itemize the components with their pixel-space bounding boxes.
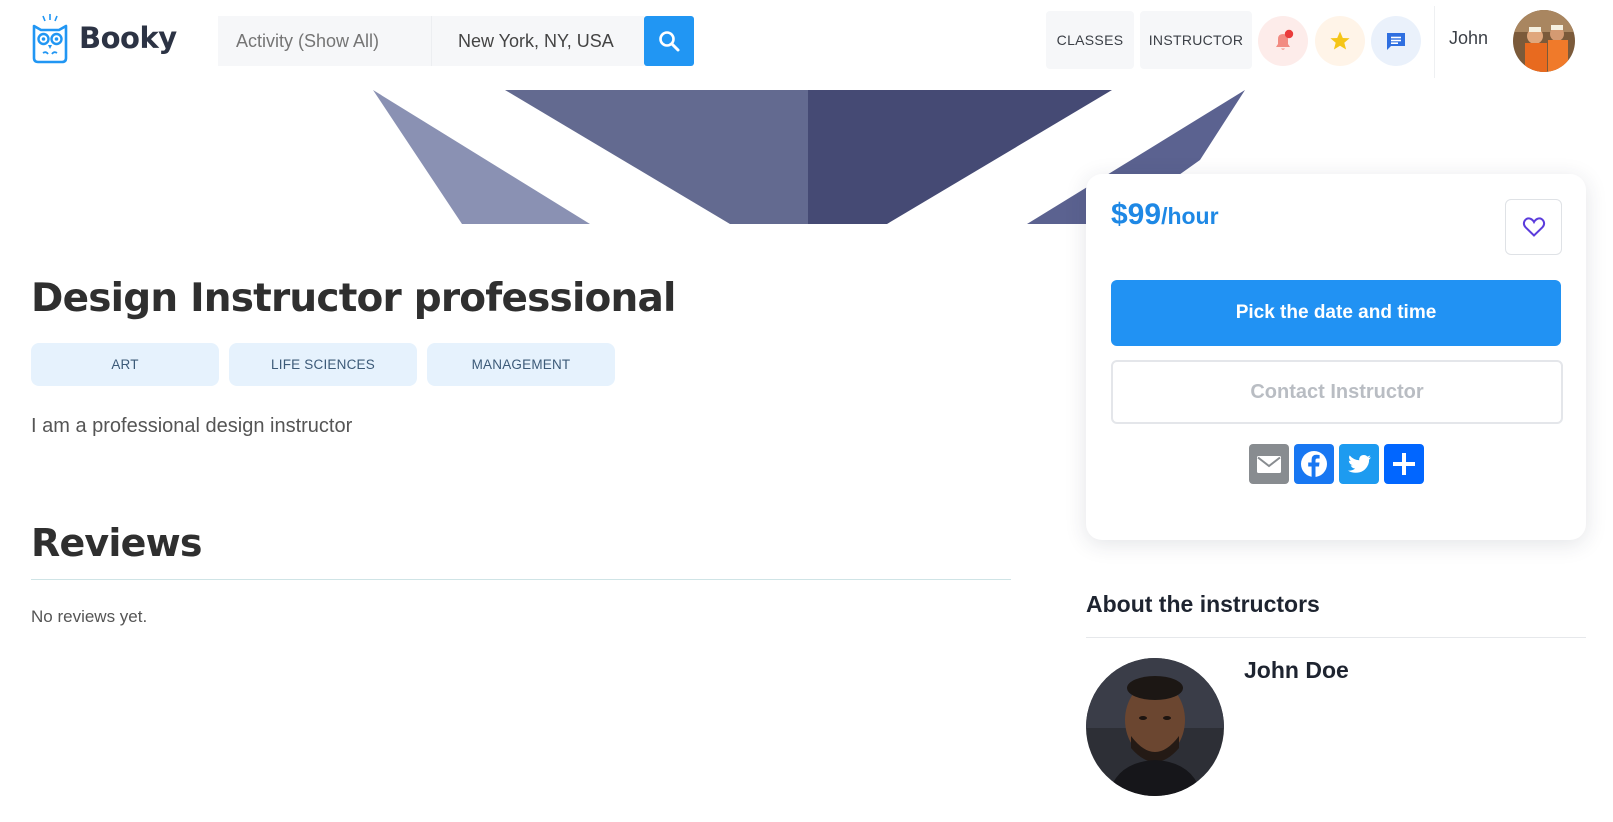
price-amount: $99	[1111, 198, 1162, 231]
price-unit: /hour	[1161, 203, 1219, 229]
top-header: Booky CLASSES INSTRUCTOR	[0, 0, 1613, 86]
instructor-photo	[1086, 658, 1224, 796]
add-icon	[1393, 453, 1415, 475]
bell-icon	[1276, 29, 1294, 50]
twitter-icon	[1348, 455, 1371, 473]
email-icon	[1257, 456, 1281, 473]
share-twitter-button[interactable]	[1339, 444, 1379, 484]
notifications-button[interactable]	[1258, 16, 1308, 66]
nav-instructor-link[interactable]: INSTRUCTOR	[1140, 11, 1252, 69]
booking-card: $99/hour Pick the date and time Contact …	[1086, 174, 1586, 540]
facebook-icon	[1301, 451, 1327, 477]
tag-life-sciences[interactable]: LIFE SCIENCES	[229, 343, 417, 386]
instructor-avatar[interactable]	[1086, 658, 1224, 796]
messages-button[interactable]	[1371, 16, 1421, 66]
about-instructors-heading: About the instructors	[1086, 591, 1320, 617]
star-icon	[1330, 31, 1350, 50]
tag-management[interactable]: MANAGEMENT	[427, 343, 615, 386]
favorite-button[interactable]	[1505, 199, 1562, 255]
instructor-name[interactable]: John Doe	[1244, 657, 1349, 684]
pick-date-time-button[interactable]: Pick the date and time	[1111, 280, 1561, 346]
chat-icon	[1387, 33, 1405, 50]
brand-name: Booky	[79, 21, 177, 55]
category-tags: ART LIFE SCIENCES MANAGEMENT	[31, 343, 615, 386]
price-display: $99/hour	[1111, 198, 1219, 232]
search-icon	[659, 31, 680, 52]
location-input[interactable]	[431, 16, 644, 66]
user-name[interactable]: John	[1449, 28, 1488, 49]
activity-search-input[interactable]	[218, 16, 431, 66]
contact-instructor-button[interactable]: Contact Instructor	[1111, 360, 1563, 424]
brand-logo[interactable]: Booky	[31, 12, 177, 64]
owl-logo-icon	[32, 14, 68, 64]
share-more-button[interactable]	[1384, 444, 1424, 484]
share-facebook-button[interactable]	[1294, 444, 1334, 484]
tag-art[interactable]: ART	[31, 343, 219, 386]
reviews-divider	[31, 579, 1011, 580]
user-avatar[interactable]	[1513, 10, 1575, 72]
reviews-heading: Reviews	[31, 521, 203, 565]
about-divider	[1086, 637, 1586, 638]
share-buttons	[1249, 444, 1424, 484]
course-description: I am a professional design instructor	[31, 415, 353, 437]
search-bar	[218, 16, 694, 66]
heart-icon	[1522, 217, 1545, 237]
search-button[interactable]	[644, 16, 694, 66]
user-avatar-photo	[1513, 10, 1575, 72]
share-email-button[interactable]	[1249, 444, 1289, 484]
course-title: Design Instructor professional	[31, 276, 676, 321]
reviews-empty-text: No reviews yet.	[31, 607, 148, 626]
nav-classes-link[interactable]: CLASSES	[1046, 11, 1134, 69]
header-divider	[1434, 6, 1435, 78]
favorites-button[interactable]	[1315, 16, 1365, 66]
